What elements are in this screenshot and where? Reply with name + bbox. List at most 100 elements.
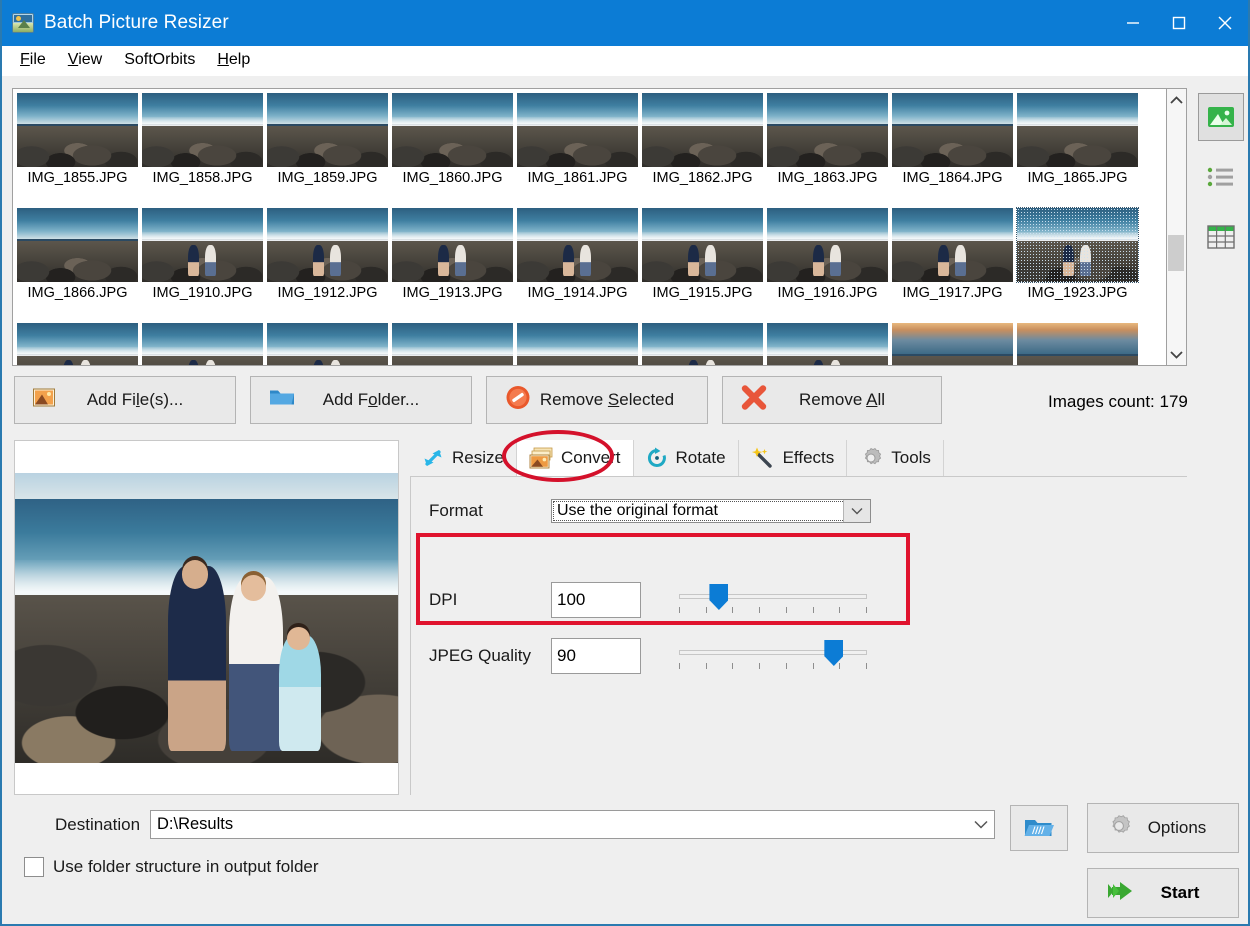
- thumbnail-image: [267, 208, 388, 282]
- details-view-button[interactable]: [1198, 213, 1244, 261]
- use-folder-structure-checkbox-row[interactable]: Use folder structure in output folder: [24, 857, 319, 877]
- thumbnail-image: [267, 93, 388, 167]
- view-mode-toolbar: [1198, 93, 1244, 273]
- add-folder-button[interactable]: Add Folder...: [250, 376, 472, 424]
- start-button[interactable]: Start: [1087, 868, 1239, 918]
- list-view-button[interactable]: [1198, 153, 1244, 201]
- tab-convert-label: Convert: [560, 448, 621, 467]
- picture-icon: [33, 388, 55, 412]
- thumbnail-label: IMG_1865.JPG: [1027, 170, 1128, 186]
- thumbnail-label: IMG_1914.JPG: [527, 285, 628, 301]
- maximize-button[interactable]: [1156, 0, 1202, 46]
- thumbnail-item[interactable]: IMG_1858.JPG: [140, 91, 265, 206]
- thumbnail-item[interactable]: IMG_1861.JPG: [515, 91, 640, 206]
- thumbnail-list[interactable]: IMG_1855.JPG IMG_1858.JPG IMG_1859.JPG IMG_…: [12, 88, 1167, 366]
- scroll-down-icon[interactable]: [1167, 343, 1185, 365]
- jpeg-quality-input[interactable]: 90: [551, 638, 641, 674]
- tab-effects[interactable]: Effects: [738, 440, 848, 476]
- dpi-slider[interactable]: [679, 583, 867, 617]
- thumbnail-item[interactable]: IMG_1923.JPG: [1015, 206, 1140, 321]
- image-preview-panel[interactable]: [14, 440, 399, 795]
- thumbnail-item[interactable]: [265, 321, 390, 365]
- thumbnail-label: IMG_1859.JPG: [277, 170, 378, 186]
- thumbnail-label: IMG_1917.JPG: [902, 285, 1003, 301]
- scrollbar-thumb[interactable]: [1168, 235, 1184, 271]
- thumbnail-image: [267, 323, 388, 365]
- format-combobox[interactable]: Use the original format: [551, 499, 871, 523]
- thumbnail-grid: IMG_1855.JPG IMG_1858.JPG IMG_1859.JPG IMG_…: [15, 91, 1140, 365]
- thumbnail-image: [517, 323, 638, 365]
- thumbnail-image: [142, 208, 263, 282]
- chevron-down-icon[interactable]: [843, 500, 870, 522]
- table-icon: [1207, 225, 1235, 249]
- thumbnail-item[interactable]: IMG_1855.JPG: [15, 91, 140, 206]
- thumbnail-label: IMG_1923.JPG: [1027, 285, 1128, 301]
- menu-bar: File View SoftOrbits Help: [2, 46, 1248, 76]
- thumbnail-item[interactable]: [390, 321, 515, 365]
- options-button[interactable]: Options: [1087, 803, 1239, 853]
- remove-all-button[interactable]: Remove All: [722, 376, 942, 424]
- close-button[interactable]: [1202, 0, 1248, 46]
- menu-item-file[interactable]: File: [10, 49, 56, 72]
- dpi-input[interactable]: 100: [551, 582, 641, 618]
- scroll-up-icon[interactable]: [1167, 89, 1185, 111]
- format-label: Format: [429, 501, 483, 520]
- gear-icon: [1106, 813, 1132, 844]
- tab-tools[interactable]: Tools: [847, 440, 944, 476]
- menu-item-help[interactable]: Help: [207, 49, 260, 72]
- thumbnail-item[interactable]: IMG_1910.JPG: [140, 206, 265, 321]
- thumbnail-view-button[interactable]: [1198, 93, 1244, 141]
- thumbnail-image: [892, 208, 1013, 282]
- thumbnail-item[interactable]: [15, 321, 140, 365]
- thumbnail-item[interactable]: IMG_1913.JPG: [390, 206, 515, 321]
- thumbnail-image: [1017, 323, 1138, 365]
- minimize-button[interactable]: [1110, 0, 1156, 46]
- thumbnail-item[interactable]: IMG_1914.JPG: [515, 206, 640, 321]
- thumbnail-item[interactable]: [140, 321, 265, 365]
- thumbnail-image: [517, 93, 638, 167]
- thumbnail-item[interactable]: IMG_1912.JPG: [265, 206, 390, 321]
- thumbnail-image: [642, 208, 763, 282]
- thumbnail-item[interactable]: [1015, 321, 1140, 365]
- thumbnail-item[interactable]: IMG_1859.JPG: [265, 91, 390, 206]
- menu-item-view[interactable]: View: [58, 49, 112, 72]
- folder-icon: [269, 388, 295, 413]
- remove-selected-button[interactable]: Remove Selected: [486, 376, 708, 424]
- destination-combobox[interactable]: D:\Results: [150, 810, 995, 839]
- thumbnail-scrollbar[interactable]: [1167, 88, 1187, 366]
- thumbnail-item[interactable]: [515, 321, 640, 365]
- thumbnail-item[interactable]: IMG_1917.JPG: [890, 206, 1015, 321]
- thumbnail-image: [142, 93, 263, 167]
- tab-convert[interactable]: Convert: [516, 440, 634, 476]
- red-x-icon: [741, 385, 767, 416]
- thumbnail-image: [767, 208, 888, 282]
- thumbnail-label: IMG_1915.JPG: [652, 285, 753, 301]
- thumbnail-item[interactable]: IMG_1866.JPG: [15, 206, 140, 321]
- browse-destination-button[interactable]: [1010, 805, 1068, 851]
- thumbnail-item[interactable]: IMG_1915.JPG: [640, 206, 765, 321]
- thumbnail-browser: IMG_1855.JPG IMG_1858.JPG IMG_1859.JPG IMG_…: [12, 88, 1187, 366]
- use-folder-structure-label: Use folder structure in output folder: [53, 857, 319, 876]
- settings-tab-panel: Resize Convert Rotate Effects Tools Form…: [410, 440, 1187, 795]
- thumbnail-item[interactable]: IMG_1862.JPG: [640, 91, 765, 206]
- thumbnail-item[interactable]: IMG_1860.JPG: [390, 91, 515, 206]
- thumbnail-item[interactable]: IMG_1865.JPG: [1015, 91, 1140, 206]
- add-files-button[interactable]: Add File(s)...: [14, 376, 236, 424]
- thumbnail-label: IMG_1863.JPG: [777, 170, 878, 186]
- thumbnail-item[interactable]: IMG_1864.JPG: [890, 91, 1015, 206]
- menu-item-softorbits[interactable]: SoftOrbits: [114, 49, 205, 72]
- thumbnail-item[interactable]: [640, 321, 765, 365]
- thumbnail-item[interactable]: [890, 321, 1015, 365]
- thumbnail-item[interactable]: IMG_1863.JPG: [765, 91, 890, 206]
- use-folder-structure-checkbox[interactable]: [24, 857, 44, 877]
- tab-rotate[interactable]: Rotate: [633, 440, 739, 476]
- tab-resize-label: Resize: [452, 448, 504, 467]
- thumbnail-item[interactable]: IMG_1916.JPG: [765, 206, 890, 321]
- thumbnail-label: IMG_1858.JPG: [152, 170, 253, 186]
- tab-resize[interactable]: Resize: [410, 440, 517, 476]
- thumbnail-image: [892, 93, 1013, 167]
- thumbnail-item[interactable]: [765, 321, 890, 365]
- jpeg-quality-slider[interactable]: [679, 639, 867, 673]
- tab-strip: Resize Convert Rotate Effects Tools: [410, 440, 1187, 476]
- chevron-down-icon[interactable]: [974, 811, 988, 838]
